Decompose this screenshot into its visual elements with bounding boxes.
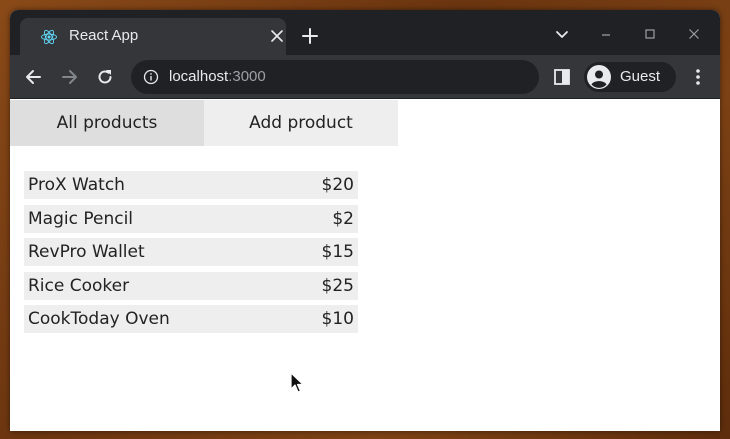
react-icon (41, 29, 57, 45)
plus-icon[interactable] (301, 27, 319, 45)
product-name: ProX Watch (28, 175, 125, 195)
profile-button[interactable]: Guest (584, 62, 676, 92)
avatar-icon (587, 65, 611, 89)
tab-all-products[interactable]: All products (10, 100, 204, 146)
cursor-icon (290, 372, 304, 393)
kebab-menu-icon[interactable] (688, 67, 708, 87)
product-name: Magic Pencil (28, 208, 134, 229)
forward-arrow-icon[interactable] (59, 67, 79, 87)
product-list: ProX Watch $20 Magic Pencil $2 RevPro Wa… (24, 171, 358, 339)
page-content: All products Add product ProX Watch $20 … (10, 100, 720, 431)
list-item[interactable]: Rice Cooker $25 (24, 271, 358, 300)
url-host: localhost (169, 68, 229, 85)
product-price: $15 (321, 242, 354, 262)
url-text: localhost:3000 (169, 68, 266, 86)
list-item[interactable]: CookToday Oven $10 (24, 305, 358, 333)
close-icon[interactable] (268, 27, 286, 45)
browser-tab[interactable]: React App (20, 18, 286, 55)
address-bar[interactable]: localhost:3000 (131, 60, 539, 94)
profile-name: Guest (620, 68, 661, 85)
list-item[interactable]: Magic Pencil $2 (24, 204, 358, 233)
reload-icon[interactable] (95, 67, 115, 87)
window-close-icon[interactable] (686, 26, 702, 42)
product-price: $2 (332, 208, 354, 229)
browser-toolbar: localhost:3000 Guest (10, 55, 720, 99)
list-item[interactable]: RevPro Wallet $15 (24, 238, 358, 266)
url-port: :3000 (228, 68, 266, 85)
back-arrow-icon[interactable] (24, 67, 44, 87)
side-panel-icon[interactable] (553, 68, 571, 86)
minimize-icon[interactable] (598, 26, 614, 42)
list-item[interactable]: ProX Watch $20 (24, 171, 358, 199)
product-name: RevPro Wallet (28, 242, 145, 262)
product-name: CookToday Oven (28, 309, 170, 329)
product-name: Rice Cooker (28, 275, 130, 296)
product-price: $10 (321, 309, 354, 329)
browser-window: React App localhost:3000 Guest All produ… (10, 10, 720, 431)
tab-strip: React App (10, 10, 720, 55)
app-nav: All products Add product (10, 100, 398, 146)
product-price: $25 (321, 275, 354, 296)
tab-add-product[interactable]: Add product (204, 100, 398, 146)
tab-title: React App (69, 27, 139, 44)
chevron-down-icon[interactable] (554, 26, 570, 42)
product-price: $20 (321, 175, 354, 195)
info-icon[interactable] (143, 69, 159, 85)
maximize-icon[interactable] (642, 26, 658, 42)
